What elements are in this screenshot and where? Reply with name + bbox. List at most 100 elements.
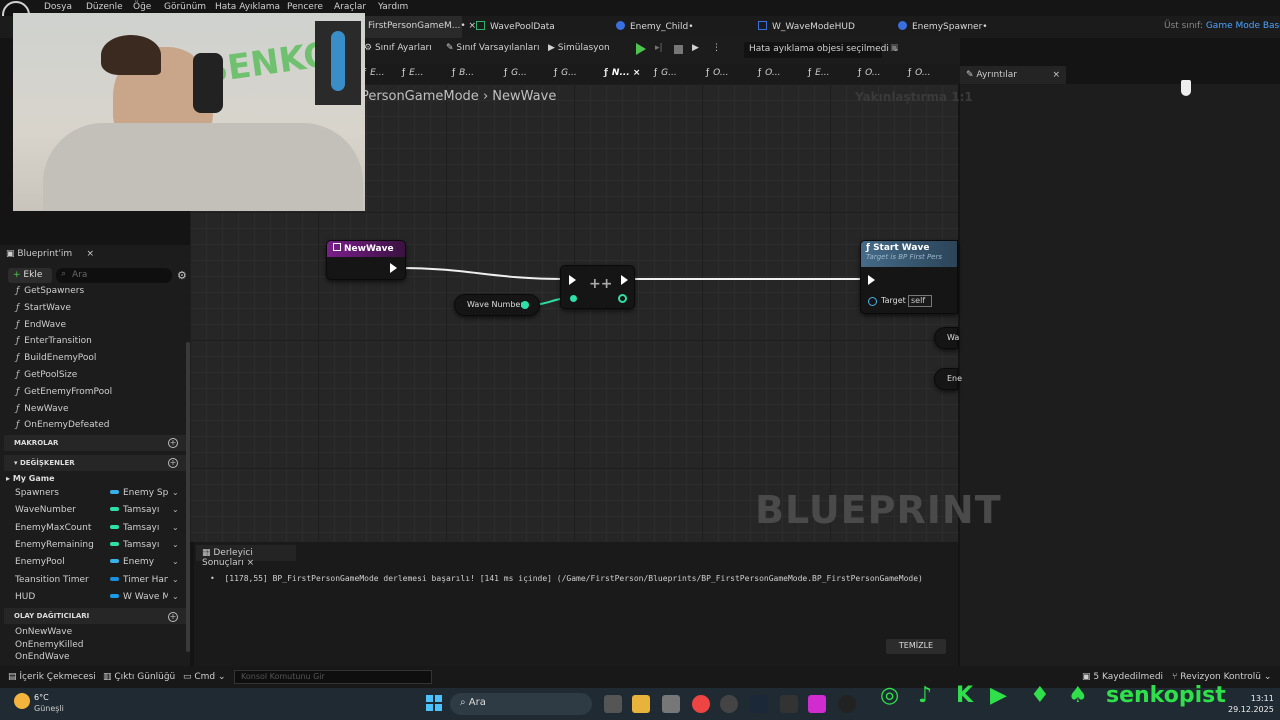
function-icon: ƒ <box>16 302 20 313</box>
unreal-engine-icon[interactable] <box>838 695 856 713</box>
add-macro-icon[interactable]: + <box>168 438 178 448</box>
partial-getter-node[interactable]: Wa <box>934 327 959 349</box>
variable-type[interactable]: Tamsayı <box>110 523 168 533</box>
exec-input-pin[interactable] <box>868 275 875 285</box>
start-wave-call-node[interactable]: ƒ Start Wave Target is BP First Pers Tar… <box>860 240 958 314</box>
add-dispatcher-icon[interactable]: + <box>168 612 178 622</box>
visibility-eye-icon[interactable]: ⌄ <box>172 488 179 497</box>
app-icon[interactable] <box>808 695 826 713</box>
exec-wire <box>397 267 567 280</box>
event-node-newwave[interactable]: NewWave <box>326 240 406 280</box>
object-pin[interactable] <box>868 297 877 306</box>
dispatcher-item[interactable]: OnNewWave <box>15 627 72 637</box>
visibility-eye-icon[interactable]: ⌄ <box>172 575 179 584</box>
type-pill-icon <box>110 593 119 598</box>
integer-input-pin[interactable] <box>570 295 577 302</box>
chevron-down-icon: ⌄ <box>1263 672 1272 682</box>
macros-section[interactable]: MAKROLAR <box>4 435 186 451</box>
obs-icon[interactable] <box>720 695 738 713</box>
exec-input-pin[interactable] <box>569 275 576 285</box>
task-view-icon[interactable] <box>604 695 622 713</box>
steam-icon[interactable] <box>750 695 768 713</box>
wave-number-getter[interactable]: Wave Number <box>454 294 540 316</box>
integer-output-pin[interactable] <box>618 294 627 303</box>
variable-type[interactable]: Tamsayı <box>110 540 168 550</box>
kick-icon: K <box>956 683 974 708</box>
close-icon[interactable]: × <box>87 249 95 259</box>
variable-type[interactable]: W Wave Mo <box>110 592 168 602</box>
store-icon[interactable] <box>662 695 680 713</box>
add-button[interactable]: + Ekle <box>8 268 52 283</box>
variable-category[interactable]: ▸ My Game <box>6 474 55 483</box>
visibility-eye-icon[interactable]: ⌄ <box>172 523 179 532</box>
system-clock[interactable]: 13:11 29.12.2025 <box>1228 693 1274 715</box>
exec-output-pin[interactable] <box>390 263 397 273</box>
function-list-item[interactable]: ƒ GetEnemyFromPool <box>16 387 112 397</box>
settings-gear-icon[interactable]: ⚙ <box>177 269 187 282</box>
dispatcher-item[interactable]: OnEnemyKilled <box>15 640 83 650</box>
variable-type[interactable]: Enemy <box>110 557 168 567</box>
cmd-dropdown[interactable]: ▭ Cmd ⌄ <box>183 672 226 682</box>
increment-node[interactable]: ++ <box>560 265 635 309</box>
weather-temp[interactable]: 6°C <box>34 693 49 702</box>
variables-section[interactable]: ▾ DEĞİŞKENLER <box>4 455 186 471</box>
function-list-item[interactable]: ƒ GetSpawners <box>16 286 84 296</box>
dispatcher-item[interactable]: OnEndWave <box>15 652 70 662</box>
variable-type[interactable]: Tamsayı <box>110 505 168 515</box>
tiktok-icon: ♪ <box>918 683 933 708</box>
chevron-down-icon: ⌄ <box>218 672 226 682</box>
function-list-item[interactable]: ƒ EndWave <box>16 320 66 330</box>
scrollbar[interactable] <box>186 342 190 652</box>
like-icon: ♦ <box>1030 683 1050 708</box>
add-variable-icon[interactable]: + <box>168 458 178 468</box>
console-input[interactable]: Konsol Komutunu Gir <box>234 670 432 684</box>
function-list-item[interactable]: ƒ GetPoolSize <box>16 370 77 380</box>
variable-name[interactable]: Teansition Timer <box>15 575 89 585</box>
variable-name[interactable]: EnemyPool <box>15 557 65 567</box>
output-log-button[interactable]: ▥ Çıktı Günlüğü <box>103 672 175 682</box>
clear-button[interactable]: TEMİZLE <box>886 639 946 654</box>
variable-name[interactable]: WaveNumber <box>15 505 76 515</box>
function-list-item[interactable]: ƒ NewWave <box>16 404 69 414</box>
my-blueprint-tab[interactable]: ▣ Blueprint'im × <box>6 249 94 259</box>
variable-name[interactable]: EnemyRemaining <box>15 540 94 550</box>
target-self-field[interactable]: self <box>908 295 932 307</box>
content-drawer-button[interactable]: ▤ İçerik Çekmecesi <box>8 672 96 682</box>
visibility-eye-icon[interactable]: ⌄ <box>172 505 179 514</box>
variable-type[interactable]: Enemy Spaw <box>110 488 168 498</box>
bell-icon: ♠ <box>1068 683 1088 708</box>
youtube-icon: ▶ <box>990 683 1007 708</box>
log-icon: ▥ <box>103 672 115 682</box>
visibility-eye-icon[interactable]: ⌄ <box>172 557 179 566</box>
unsaved-button[interactable]: ▣ 5 Kaydedilmedi <box>1082 672 1163 682</box>
visibility-eye-icon[interactable]: ⌄ <box>172 540 179 549</box>
function-list-item[interactable]: ƒ OnEnemyDefeated <box>16 420 109 430</box>
partial-getter-node[interactable]: Ene <box>934 368 962 390</box>
variable-name[interactable]: HUD <box>15 592 35 602</box>
file-explorer-icon[interactable] <box>632 695 650 713</box>
taskbar-search[interactable]: ⌕ Ara <box>450 693 592 715</box>
exec-output-pin[interactable] <box>621 275 628 285</box>
variable-name[interactable]: EnemyMaxCount <box>15 523 91 533</box>
close-icon[interactable]: × <box>247 558 255 568</box>
variable-type[interactable]: Timer Hand <box>110 575 168 585</box>
blueprint-search-input[interactable]: ⌕ Ara <box>56 268 172 283</box>
function-icon: ƒ <box>16 319 20 330</box>
type-pill-icon <box>110 524 119 529</box>
function-list-item[interactable]: ƒ EnterTransition <box>16 336 92 346</box>
function-list-item[interactable]: ƒ BuildEnemyPool <box>16 353 96 363</box>
visibility-eye-icon[interactable]: ⌄ <box>172 592 179 601</box>
chrome-icon[interactable] <box>692 695 710 713</box>
dispatchers-section[interactable]: OLAY DAĞITICILARI <box>4 608 186 624</box>
epic-games-icon[interactable] <box>780 695 798 713</box>
variable-name[interactable]: Spawners <box>15 488 59 498</box>
person-hoodie <box>43 123 363 211</box>
type-pill-icon <box>110 490 119 494</box>
compiler-results-tab[interactable]: ▦ Derleyici Sonuçları × <box>196 545 296 568</box>
windows-start-icon[interactable] <box>426 695 442 711</box>
function-icon: ƒ <box>16 336 20 347</box>
integer-output-pin[interactable] <box>521 301 529 309</box>
save-icon: ▣ <box>1082 672 1094 682</box>
revision-control-button[interactable]: ⑂ Revizyon Kontrolü ⌄ <box>1172 672 1271 682</box>
function-list-item[interactable]: ƒ StartWave <box>16 303 71 313</box>
